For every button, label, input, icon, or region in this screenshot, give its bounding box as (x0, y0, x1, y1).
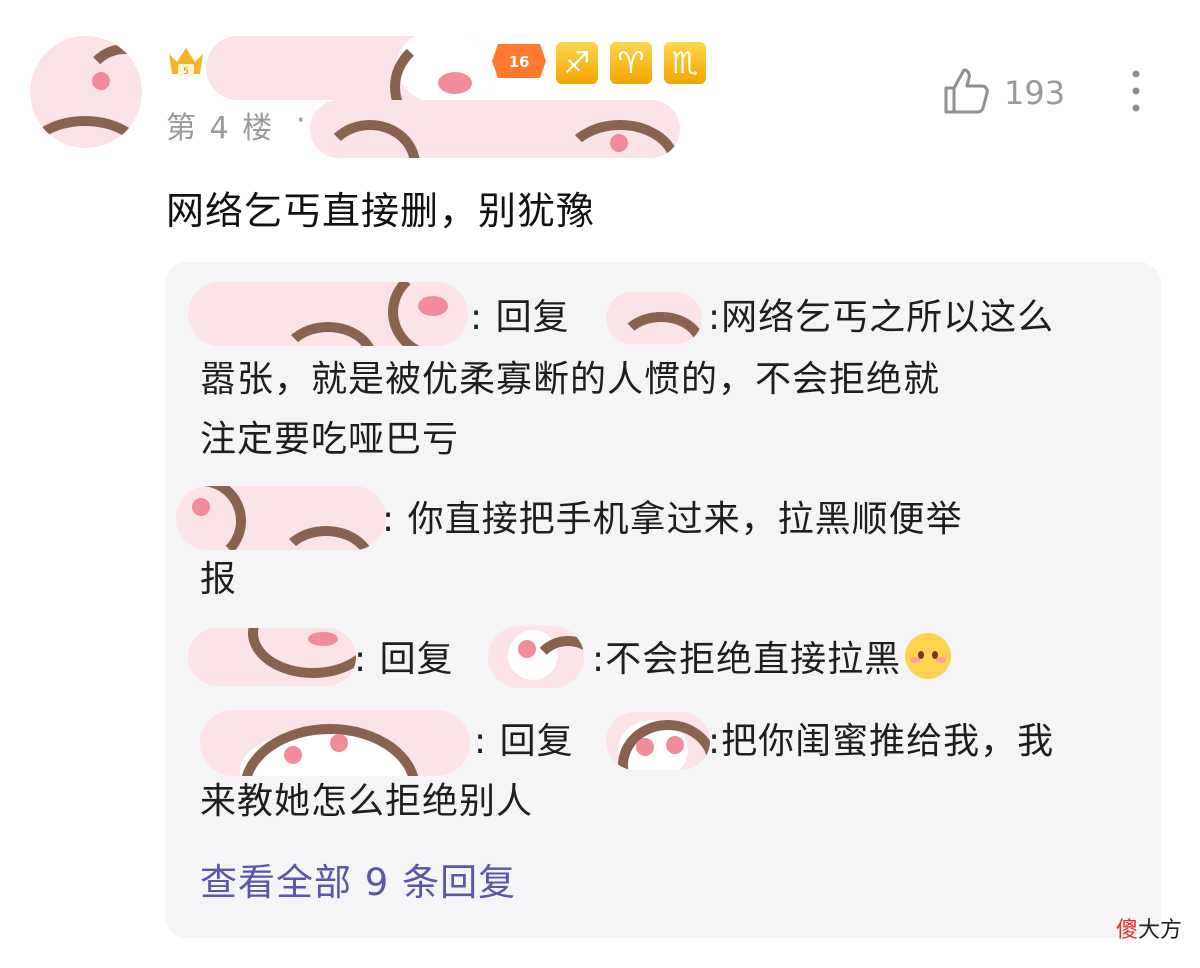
reply-text-content: :不会拒绝直接拉黑 (592, 639, 902, 680)
watermark: 傻大方 (1116, 912, 1182, 944)
zodiac-sagittarius-icon: ♐ (556, 42, 598, 84)
svg-text:16: 16 (509, 53, 530, 71)
avatar[interactable] (30, 36, 142, 148)
reply-author-redacted[interactable] (176, 486, 386, 550)
reply-target-redacted[interactable] (606, 292, 702, 344)
reply-author-redacted[interactable] (188, 282, 468, 346)
zodiac-scorpio-icon: ♏ (664, 42, 706, 84)
level-badge: 16 (492, 44, 546, 78)
view-all-replies-link[interactable]: 查看全部 9 条回复 (200, 852, 516, 906)
reply-author-redacted[interactable] (188, 628, 356, 686)
reply-text: : 你直接把手机拿过来，拉黑顺便举 (382, 499, 963, 540)
zodiac-aries-icon: ♈ (610, 42, 652, 84)
reply-text: 嚣张，就是被优柔寡断的人惯的，不会拒绝就 (200, 359, 941, 400)
reply-text: : 回复 (474, 721, 574, 762)
svg-text:5: 5 (183, 67, 189, 77)
reply-author-redacted[interactable] (200, 710, 470, 776)
comment-text: 网络乞丐直接删，别犹豫 (166, 189, 596, 233)
crown-badge-icon: 5 (169, 48, 203, 77)
vertical-ellipsis-icon[interactable] (1122, 68, 1150, 114)
floor-label: 第 4 楼 (166, 111, 275, 146)
reply-target-redacted[interactable] (606, 712, 710, 770)
username-redacted[interactable] (206, 36, 496, 100)
floor-separator: · (296, 103, 306, 138)
reply-text: : 回复 (470, 297, 570, 338)
reply-target-redacted[interactable] (488, 626, 584, 688)
watermark-text: 大方 (1137, 918, 1182, 943)
reply-text: :把你闺蜜推给我，我 (708, 721, 1055, 762)
reply-text: 注定要吃哑巴亏 (200, 419, 460, 460)
reply-text: 来教她怎么拒绝别人 (200, 781, 534, 822)
post-time-redacted (310, 100, 680, 158)
reply-text: : 回复 (354, 639, 454, 680)
thumbs-up-icon[interactable] (942, 66, 990, 116)
reply-text: 报 (200, 559, 238, 600)
watermark-red-char: 傻 (1115, 918, 1138, 943)
reply-text: :不会拒绝直接拉黑 (592, 630, 952, 690)
like-count: 193 (1004, 74, 1066, 112)
blushing-face-icon (905, 633, 952, 679)
reply-text: :网络乞丐之所以这么 (708, 297, 1055, 338)
